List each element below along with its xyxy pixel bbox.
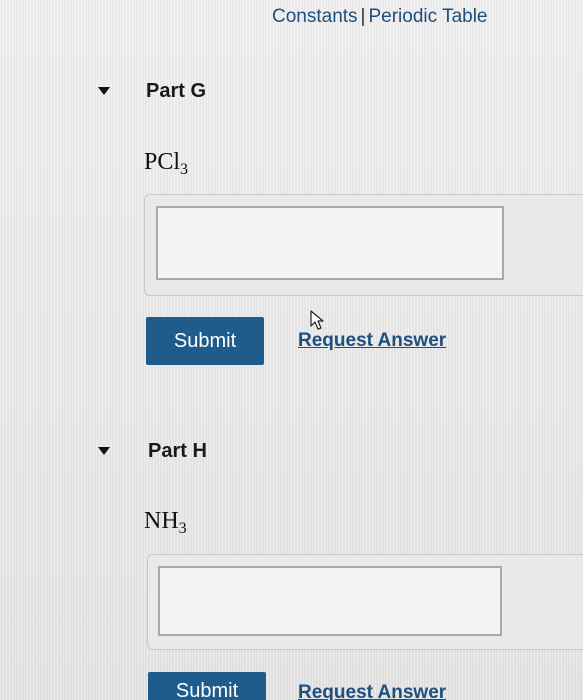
formula-base: PCl (144, 149, 181, 175)
formula-base: NH (144, 508, 179, 534)
formula-subscript: 3 (180, 161, 189, 178)
caret-down-icon[interactable] (98, 87, 110, 95)
constants-link[interactable]: Constants (272, 6, 358, 27)
part-h-title[interactable]: Part H (148, 440, 207, 463)
part-g-formula: PCl3 (144, 149, 188, 179)
part-g-request-answer-link[interactable]: Request Answer (298, 330, 446, 352)
part-g-title[interactable]: Part G (146, 80, 206, 103)
top-links: Constants | Periodic Table (272, 6, 488, 28)
part-h-submit-button[interactable]: Submit (148, 672, 266, 700)
part-g-submit-button[interactable]: Submit (146, 317, 264, 365)
part-h-formula: NH3 (144, 508, 187, 538)
periodic-table-link[interactable]: Periodic Table (368, 6, 487, 27)
formula-subscript: 3 (178, 520, 187, 537)
part-h-answer-input[interactable] (158, 566, 502, 636)
links-separator: | (360, 6, 366, 27)
mouse-cursor-icon (310, 310, 324, 330)
part-g-answer-input[interactable] (156, 206, 504, 280)
caret-down-icon[interactable] (98, 447, 110, 455)
part-h-request-answer-link[interactable]: Request Answer (298, 682, 446, 700)
